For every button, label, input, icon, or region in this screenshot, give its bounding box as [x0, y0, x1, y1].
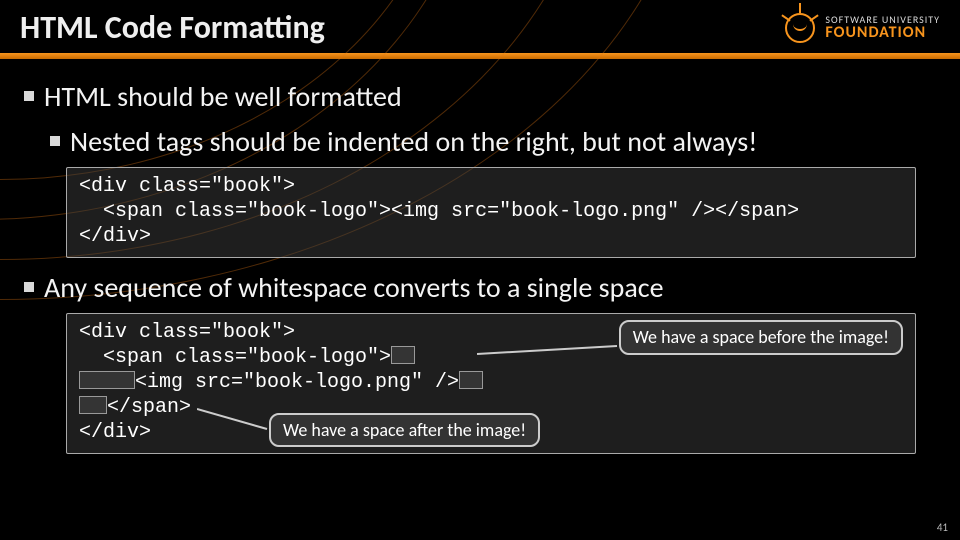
page-number: 41	[937, 521, 948, 534]
bullet-text: HTML should be well formatted	[44, 79, 402, 114]
bullet-icon	[24, 91, 34, 101]
logo-line2: FOUNDATION	[825, 25, 940, 41]
leader-line-icon	[197, 405, 277, 435]
whitespace-marker	[79, 396, 107, 414]
callout-before-image: We have a space before the image!	[619, 320, 903, 355]
code-line: </div>	[79, 225, 151, 248]
slide-content: HTML should be well formatted Nested tag…	[0, 67, 960, 454]
leader-line-icon	[477, 344, 627, 364]
header-divider	[0, 53, 960, 59]
code-example-2: <div class="book"> <span class="book-log…	[66, 313, 916, 454]
bullet-level1: Any sequence of whitespace converts to a…	[24, 270, 936, 305]
code-line: </span>	[107, 396, 191, 419]
brand-logo: SOFTWARE UNIVERSITY FOUNDATION	[783, 11, 940, 45]
code-example-1: <div class="book"> <span class="book-log…	[66, 167, 916, 258]
lightbulb-icon	[783, 11, 817, 45]
bullet-text: Nested tags should be indented on the ri…	[70, 124, 757, 159]
bullet-level2: Nested tags should be indented on the ri…	[50, 124, 936, 159]
page-title: HTML Code Formatting	[20, 8, 325, 47]
code-line: <span class="book-logo"><img src="book-l…	[79, 200, 799, 223]
bullet-icon	[50, 136, 60, 146]
bullet-text: Any sequence of whitespace converts to a…	[44, 270, 664, 305]
logo-text: SOFTWARE UNIVERSITY FOUNDATION	[825, 15, 940, 41]
whitespace-marker	[79, 371, 135, 389]
slide-header: HTML Code Formatting SOFTWARE UNIVERSITY…	[0, 0, 960, 53]
bullet-level1: HTML should be well formatted	[24, 79, 936, 114]
code-line: </div>	[79, 421, 151, 444]
code-line: <div class="book">	[79, 175, 295, 198]
callout-after-image: We have a space after the image!	[269, 413, 540, 448]
code-line: <div class="book">	[79, 321, 295, 344]
whitespace-marker	[391, 346, 415, 364]
code-line: <span class="book-logo">	[79, 346, 391, 369]
whitespace-marker	[459, 371, 483, 389]
bullet-icon	[24, 282, 34, 292]
code-line: <img src="book-logo.png" />	[135, 371, 459, 394]
